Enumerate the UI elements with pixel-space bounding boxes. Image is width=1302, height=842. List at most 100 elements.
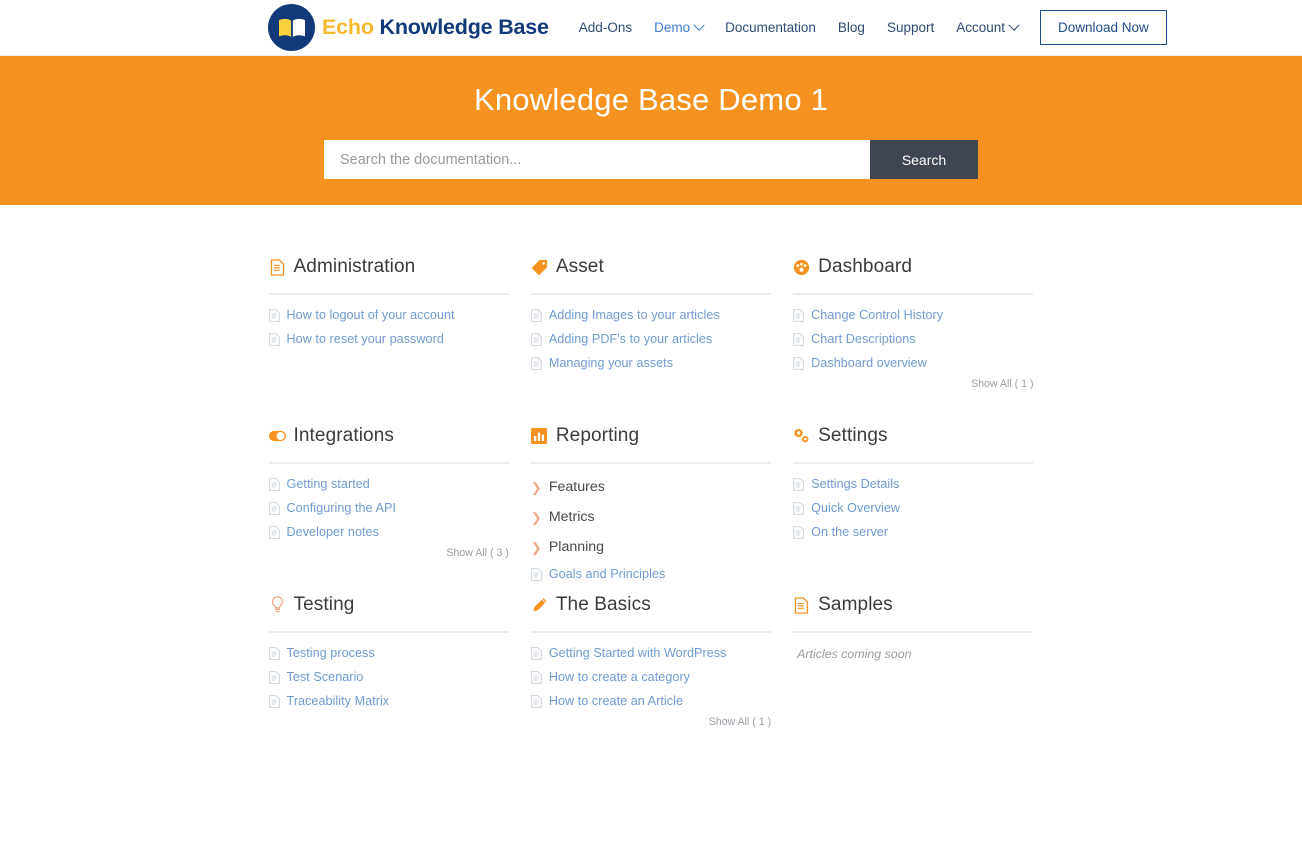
category-header[interactable]: Integrations: [268, 421, 509, 451]
article-label: Testing process: [286, 646, 375, 660]
show-all-link[interactable]: Show All ( 1 ): [793, 375, 1033, 390]
main-nav: Add-Ons Demo Documentation Blog Support …: [579, 10, 1167, 45]
article-link[interactable]: Testing process: [268, 641, 509, 665]
nav-item-blog[interactable]: Blog: [838, 20, 865, 35]
article-link[interactable]: How to create an Article: [530, 689, 771, 713]
category-grid: Administration How to logout of your acco…: [268, 252, 1034, 759]
article-link[interactable]: Goals and Principles: [530, 562, 771, 586]
article-link[interactable]: How to logout of your account: [268, 303, 509, 327]
category-header[interactable]: Testing: [269, 590, 509, 620]
subcategory-item[interactable]: ❯ Metrics: [531, 502, 771, 532]
article-document-icon: [268, 501, 280, 515]
document-icon: [269, 258, 286, 276]
site-logo[interactable]: Echo Knowledge Base: [268, 4, 549, 51]
article-list: ❯ Features ❯ Metrics ❯ Planning Goals and Prin…: [531, 472, 771, 586]
chevron-down-icon: [693, 19, 705, 31]
article-label: Adding PDF's to your articles: [548, 332, 713, 346]
article-link[interactable]: Configuring the API: [268, 496, 509, 520]
article-link[interactable]: Adding PDF's to your articles: [530, 327, 771, 351]
subcategory-label: Planning: [548, 539, 605, 555]
gauge-icon: [793, 259, 810, 276]
chevron-right-icon: ❯: [530, 479, 542, 495]
article-link[interactable]: Dashboard overview: [793, 351, 1033, 375]
article-link[interactable]: Developer notes: [268, 520, 509, 544]
empty-state-note: Articles coming soon: [797, 647, 912, 661]
article-document-icon: [268, 646, 280, 660]
article-link[interactable]: Change Control History: [793, 303, 1033, 327]
article-link[interactable]: How to create a category: [530, 665, 771, 689]
article-link[interactable]: Quick Overview: [793, 496, 1033, 520]
nav-item-label: Account: [956, 20, 1006, 35]
subcategory-item[interactable]: ❯ Features: [531, 472, 771, 502]
download-now-button[interactable]: Download Now: [1040, 10, 1167, 45]
article-label: Getting started: [286, 477, 370, 491]
article-link[interactable]: Getting started: [268, 472, 509, 496]
subcategory-label: Features: [548, 479, 605, 495]
article-label: Configuring the API: [286, 501, 396, 515]
article-link[interactable]: How to reset your password: [268, 327, 509, 351]
pencil-icon: [531, 597, 548, 614]
chevron-down-icon: [1008, 19, 1020, 31]
article-label: Traceability Matrix: [286, 694, 390, 708]
category-header[interactable]: Reporting: [531, 421, 771, 451]
article-label: Chart Descriptions: [811, 332, 916, 346]
article-label: How to create a category: [548, 670, 691, 684]
open-book-logo-icon: [268, 4, 315, 51]
nav-item-label: Add-Ons: [578, 20, 633, 35]
search-bar: Search: [324, 140, 978, 179]
article-document-icon: [268, 694, 280, 708]
category-title: Dashboard: [818, 256, 913, 277]
category-divider: [268, 293, 509, 295]
category-divider: [530, 293, 772, 295]
article-list: Articles coming soon: [793, 641, 1033, 661]
category-title: Asset: [555, 256, 604, 277]
category-divider: [530, 462, 772, 464]
article-link[interactable]: Settings Details: [793, 472, 1033, 496]
nav-item-label: Documentation: [725, 20, 816, 35]
category-divider: [793, 293, 1034, 295]
category-header[interactable]: Asset: [531, 252, 771, 282]
nav-item-account[interactable]: Account: [956, 19, 1020, 35]
show-all-link[interactable]: Show All ( 1 ): [531, 713, 771, 728]
search-button[interactable]: Search: [870, 140, 978, 179]
article-label: Dashboard overview: [811, 356, 927, 370]
article-list: Getting started Configuring the API Develo…: [268, 472, 509, 544]
gears-icon: [793, 427, 810, 445]
search-input[interactable]: [324, 140, 870, 179]
category-header[interactable]: Dashboard: [793, 252, 1033, 282]
category-header[interactable]: Administration: [269, 252, 509, 282]
category-box: Integrations Getting started Configuring t…: [268, 421, 509, 590]
nav-item-add-ons[interactable]: Add-Ons: [579, 20, 632, 35]
article-document-icon: [268, 670, 280, 684]
article-link[interactable]: Traceability Matrix: [268, 689, 509, 713]
article-document-icon: [793, 501, 805, 515]
nav-item-documentation[interactable]: Documentation: [725, 20, 816, 35]
category-divider: [530, 631, 772, 633]
article-document-icon: [793, 332, 805, 346]
category-header[interactable]: The Basics: [531, 590, 771, 620]
article-link[interactable]: Getting Started with WordPress: [530, 641, 771, 665]
category-divider: [268, 462, 509, 464]
category-header[interactable]: Settings: [793, 421, 1033, 451]
article-link[interactable]: Managing your assets: [530, 351, 771, 375]
article-list: Getting Started with WordPress How to cre…: [530, 641, 771, 713]
category-title: Testing: [293, 594, 355, 615]
category-box: Dashboard Change Control History Chart Des…: [793, 252, 1034, 421]
category-title: The Basics: [555, 594, 651, 615]
nav-item-demo[interactable]: Demo: [654, 19, 705, 35]
article-link[interactable]: Adding Images to your articles: [530, 303, 771, 327]
nav-item-label: Blog: [837, 20, 865, 35]
article-label: How to reset your password: [286, 332, 444, 346]
nav-item-support[interactable]: Support: [887, 20, 934, 35]
show-all-link[interactable]: Show All ( 3 ): [269, 544, 508, 559]
article-link[interactable]: Chart Descriptions: [793, 327, 1033, 351]
article-link[interactable]: On the server: [793, 520, 1033, 544]
article-document-icon: [530, 356, 542, 370]
category-grid-area: Administration How to logout of your acco…: [0, 205, 1302, 759]
article-link[interactable]: Test Scenario: [268, 665, 509, 689]
subcategory-item[interactable]: ❯ Planning: [531, 532, 771, 562]
category-header[interactable]: Samples: [793, 590, 1033, 620]
nav-item-label: Demo: [654, 20, 691, 35]
category-box: Asset Adding Images to your articles Addin…: [530, 252, 772, 421]
category-title: Administration: [293, 256, 416, 277]
